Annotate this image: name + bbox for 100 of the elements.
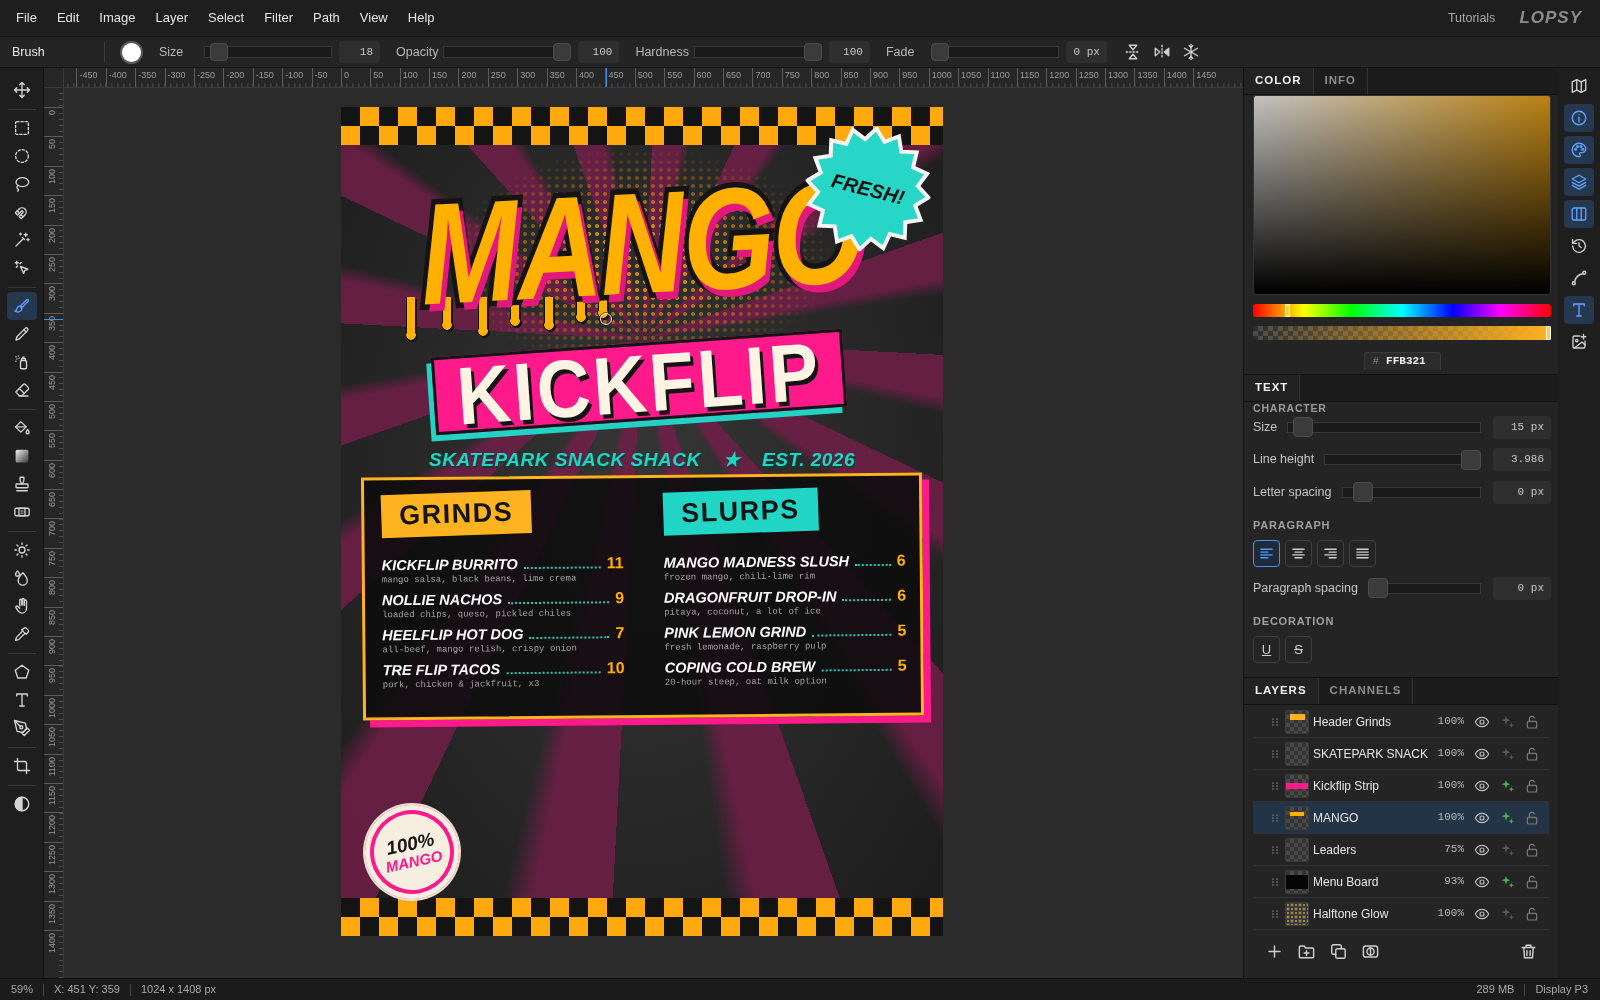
drag-handle-icon[interactable] bbox=[1270, 876, 1280, 887]
ruler-label: 700 bbox=[755, 70, 771, 80]
layer-row[interactable]: SKATEPARK SNACK 100% bbox=[1253, 738, 1549, 770]
drag-handle-icon[interactable] bbox=[1270, 748, 1280, 759]
color-field[interactable] bbox=[1253, 95, 1551, 295]
panel-toggle-button[interactable] bbox=[1564, 168, 1594, 196]
menu-item-name: COPING COLD BREW bbox=[664, 657, 816, 677]
slider-thumb[interactable] bbox=[1461, 449, 1481, 470]
layer-row[interactable]: MANGO 100% bbox=[1253, 802, 1549, 834]
align-button[interactable] bbox=[1253, 540, 1280, 567]
drag-handle-icon[interactable] bbox=[1270, 716, 1280, 727]
menu-item[interactable]: Path bbox=[303, 3, 350, 33]
unlocked-lock-icon[interactable] bbox=[1524, 905, 1540, 922]
panel-tab[interactable]: CHANNELS bbox=[1318, 678, 1414, 704]
lasso-icon bbox=[12, 175, 31, 193]
panel-tab[interactable]: INFO bbox=[1313, 68, 1368, 94]
ruler-label: 950 bbox=[47, 668, 57, 684]
tutorials-link[interactable]: Tutorials bbox=[1447, 8, 1496, 28]
ruler-label: 650 bbox=[47, 492, 57, 508]
ruler-label: 800 bbox=[47, 580, 57, 596]
menu-item-price: 10 bbox=[606, 659, 625, 678]
menu-item-name: NOLLIE NACHOS bbox=[381, 590, 503, 609]
value-field[interactable]: 100 bbox=[828, 41, 870, 63]
slider-track[interactable] bbox=[443, 43, 572, 61]
slider-track[interactable] bbox=[693, 43, 822, 61]
ruler-label: 1200 bbox=[47, 815, 57, 836]
unlocked-lock-icon[interactable] bbox=[1524, 873, 1540, 890]
property-label: Line height bbox=[1253, 451, 1315, 469]
drag-handle-icon[interactable] bbox=[1270, 908, 1280, 919]
value-field[interactable]: 0 px bbox=[1493, 480, 1551, 504]
drag-handle-icon[interactable] bbox=[1270, 812, 1280, 823]
unlocked-lock-icon[interactable] bbox=[1524, 777, 1540, 794]
menu-item-price: 7 bbox=[615, 624, 625, 643]
tool-button[interactable] bbox=[6, 292, 37, 320]
value-field[interactable]: 3.986 bbox=[1493, 448, 1551, 471]
slider-thumb[interactable] bbox=[1292, 417, 1313, 437]
hex-field[interactable]: # FFB321 bbox=[1363, 352, 1441, 370]
unlocked-lock-icon[interactable] bbox=[1524, 809, 1540, 826]
menu-item[interactable]: Image bbox=[89, 3, 146, 33]
value-field[interactable]: 0 px bbox=[1493, 576, 1551, 600]
value-field[interactable]: 15 px bbox=[1493, 415, 1551, 439]
unlocked-lock-icon[interactable] bbox=[1524, 841, 1540, 858]
layer-row[interactable]: Menu Board 93% bbox=[1253, 866, 1549, 898]
sun-icon bbox=[12, 541, 31, 559]
layer-row[interactable]: Halftone Glow 100% bbox=[1253, 898, 1549, 930]
unlocked-lock-icon[interactable] bbox=[1524, 745, 1540, 762]
align-button[interactable] bbox=[1349, 540, 1376, 567]
menu-item-description: fresh lemonade, raspberry pulp bbox=[664, 640, 828, 654]
alpha-thumb[interactable] bbox=[1546, 326, 1551, 340]
value-field[interactable]: 18 bbox=[339, 41, 380, 63]
menu-item[interactable]: View bbox=[349, 3, 398, 33]
panel-toggle-button[interactable] bbox=[1564, 200, 1594, 228]
menu-item[interactable]: Help bbox=[397, 3, 445, 33]
panel-toggle-button[interactable] bbox=[1564, 104, 1594, 132]
menu-item[interactable]: File bbox=[6, 3, 47, 33]
strike-button[interactable]: S bbox=[1285, 636, 1312, 663]
menu-item[interactable]: Filter bbox=[254, 3, 304, 33]
panel-tab[interactable]: TEXT bbox=[1244, 375, 1301, 401]
slider-thumb[interactable] bbox=[553, 43, 572, 61]
ruler-label: 950 bbox=[902, 70, 918, 80]
layer-opacity: 100% bbox=[1437, 906, 1464, 922]
panel-tab[interactable]: LAYERS bbox=[1244, 678, 1319, 704]
memory-usage: 289 MB bbox=[1476, 982, 1515, 998]
slider-track[interactable] bbox=[204, 43, 332, 61]
option-label: Fade bbox=[885, 43, 916, 61]
ruler-label: -50 bbox=[314, 70, 328, 80]
underline-button[interactable]: U bbox=[1253, 636, 1280, 663]
hue-thumb[interactable] bbox=[1285, 304, 1291, 317]
menu-item-price: 11 bbox=[606, 554, 624, 573]
alpha-slider[interactable] bbox=[1253, 326, 1551, 340]
drag-handle-icon[interactable] bbox=[1270, 844, 1280, 855]
panel-toggle-button[interactable] bbox=[1564, 296, 1594, 324]
align-button[interactable] bbox=[1285, 540, 1312, 567]
hue-slider[interactable] bbox=[1253, 304, 1551, 317]
brush-tip-icon[interactable] bbox=[120, 40, 143, 64]
slider-thumb[interactable] bbox=[1367, 578, 1388, 598]
menu-item[interactable]: Edit bbox=[46, 3, 90, 33]
layer-row[interactable]: Header Grinds 100% bbox=[1253, 706, 1549, 738]
sparkle-cursor-icon bbox=[12, 259, 31, 277]
menu-item-description: frozen mango, chili-lime rim bbox=[663, 570, 817, 584]
ruler-label: 850 bbox=[843, 70, 859, 80]
panel-tab[interactable]: COLOR bbox=[1244, 68, 1314, 94]
slider-track[interactable] bbox=[930, 43, 1059, 61]
slider-thumb[interactable] bbox=[1353, 482, 1374, 502]
slider-thumb[interactable] bbox=[803, 43, 822, 61]
align-button[interactable] bbox=[1317, 540, 1344, 567]
unlocked-lock-icon[interactable] bbox=[1524, 713, 1540, 730]
value-field[interactable]: 100 bbox=[578, 41, 620, 63]
panel-toggle-button[interactable] bbox=[1564, 136, 1594, 164]
ruler-label: 1150 bbox=[1019, 70, 1040, 80]
layer-thumbnail bbox=[1285, 805, 1309, 830]
layer-row[interactable]: Leaders 75% bbox=[1253, 834, 1549, 866]
dot-leader bbox=[855, 563, 891, 567]
menu-item[interactable]: Select bbox=[198, 3, 255, 33]
value-field[interactable]: 0 px bbox=[1065, 41, 1107, 63]
option-label: Hardness bbox=[635, 43, 689, 61]
menu-item[interactable]: Layer bbox=[145, 3, 199, 33]
slider-thumb[interactable] bbox=[930, 43, 949, 61]
drag-handle-icon[interactable] bbox=[1270, 780, 1280, 791]
slider-thumb[interactable] bbox=[209, 43, 228, 61]
